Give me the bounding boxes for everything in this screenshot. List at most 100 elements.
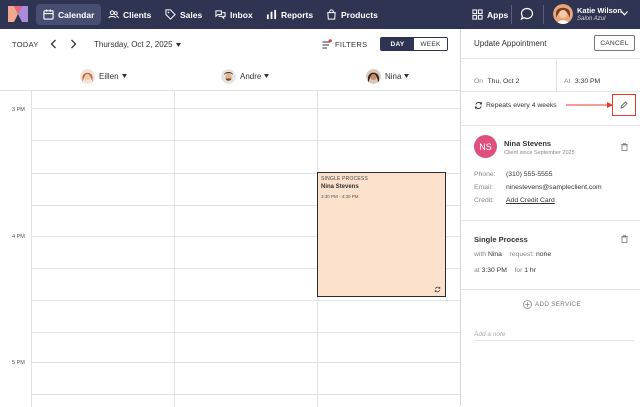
appointment-client: Nina Stevens bbox=[321, 184, 359, 190]
column-divider bbox=[174, 91, 175, 407]
avatar bbox=[80, 68, 95, 84]
m-logo-icon[interactable] bbox=[8, 6, 28, 22]
filters-button[interactable]: FILTERS bbox=[322, 38, 367, 50]
nav-divider bbox=[543, 5, 544, 24]
caret-down-icon[interactable] bbox=[176, 43, 181, 47]
cancel-button[interactable]: CANCEL bbox=[594, 35, 635, 51]
caret-down-icon bbox=[264, 74, 270, 78]
users-icon bbox=[108, 10, 119, 19]
staff-name: Eillen bbox=[99, 71, 119, 81]
avatar bbox=[221, 68, 236, 84]
filter-icon bbox=[322, 39, 332, 49]
trash-icon[interactable] bbox=[621, 235, 628, 243]
nav-label: Inbox bbox=[230, 9, 253, 20]
nav-divider bbox=[511, 5, 512, 24]
time-field[interactable]: At 3:30 PM bbox=[564, 70, 600, 88]
time-label: 3 PM bbox=[12, 107, 25, 113]
nav-label: Clients bbox=[123, 9, 152, 20]
week-view-button[interactable]: WEEK bbox=[414, 38, 447, 50]
add-credit-card-link[interactable]: Add Credit Card bbox=[506, 197, 555, 204]
nav-inbox[interactable]: Inbox bbox=[208, 4, 260, 25]
nav-label: Sales bbox=[180, 9, 203, 20]
nav-clients[interactable]: Clients bbox=[101, 4, 158, 25]
trash-icon[interactable] bbox=[621, 143, 628, 151]
request-label: request: bbox=[509, 251, 535, 258]
date-field[interactable]: On Thu, Oct 2 bbox=[474, 70, 519, 88]
staff-selector-nina[interactable]: Nina bbox=[366, 68, 410, 84]
nav-label: Calendar bbox=[58, 9, 95, 20]
today-button[interactable]: TODAY bbox=[12, 40, 39, 49]
grid-icon bbox=[472, 9, 483, 20]
hour-line bbox=[31, 362, 460, 363]
time-label: At bbox=[564, 78, 571, 85]
staff-name: Andre bbox=[240, 71, 262, 81]
nav-reports[interactable]: Reports bbox=[259, 4, 320, 25]
time-value: 3:30 PM bbox=[574, 78, 601, 85]
nav-label: Reports bbox=[281, 9, 314, 20]
nav-calendar[interactable]: Calendar bbox=[36, 4, 102, 25]
phone-value: (310) 555-5555 bbox=[506, 171, 553, 178]
divider bbox=[461, 58, 640, 59]
tag-icon bbox=[165, 9, 176, 20]
chevron-left-icon[interactable] bbox=[49, 39, 59, 49]
avatar bbox=[366, 68, 381, 84]
chat-bubble-icon[interactable] bbox=[520, 7, 534, 21]
bar-chart-icon bbox=[266, 9, 277, 20]
caret-down-icon bbox=[404, 74, 410, 78]
client-name[interactable]: Nina Stevens bbox=[504, 139, 551, 148]
note-input[interactable] bbox=[474, 329, 634, 341]
staff-name: Nina bbox=[385, 71, 402, 81]
nav-sales[interactable]: Sales bbox=[158, 4, 209, 25]
chevron-down-icon[interactable] bbox=[621, 11, 628, 16]
repeat-icon bbox=[475, 101, 482, 110]
service-staff-row[interactable]: with Nina request: none bbox=[474, 251, 551, 258]
service-title: Single Process bbox=[474, 235, 528, 244]
hour-line bbox=[31, 108, 460, 109]
email-value: ninestevens@sampleclient.com bbox=[506, 184, 602, 191]
view-toggle: DAY WEEK bbox=[380, 37, 448, 51]
day-view-button[interactable]: DAY bbox=[381, 38, 414, 50]
add-service-button[interactable]: ADD SERVICE bbox=[523, 299, 581, 309]
with-label: with bbox=[474, 251, 487, 258]
email-label: Email: bbox=[474, 184, 493, 191]
divider bbox=[556, 58, 557, 91]
phone-label: Phone: bbox=[474, 171, 496, 178]
nav-label: Apps bbox=[487, 9, 509, 20]
update-appointment-panel: Update Appointment CANCEL On Thu, Oct 2 … bbox=[460, 29, 640, 406]
repeat-icon bbox=[434, 286, 441, 293]
divider bbox=[461, 289, 640, 290]
for-value: 1 hr bbox=[524, 267, 536, 274]
add-service-label: ADD SERVICE bbox=[535, 300, 581, 308]
edit-repeat-button[interactable] bbox=[612, 94, 636, 116]
slot-line bbox=[31, 300, 460, 301]
pencil-icon bbox=[620, 101, 628, 109]
user-name[interactable]: Katie Wilson bbox=[577, 6, 622, 15]
with-value: Nina bbox=[487, 251, 502, 258]
nav-apps[interactable]: Apps bbox=[465, 4, 515, 25]
filters-label: FILTERS bbox=[335, 39, 368, 49]
chevron-right-icon[interactable] bbox=[68, 39, 78, 49]
user-avatar[interactable] bbox=[553, 4, 573, 24]
appointment-block[interactable]: SINGLE PROCESS Nina Stevens 3:30 PM - 4:… bbox=[317, 172, 446, 297]
divider bbox=[461, 220, 640, 221]
slot-line bbox=[31, 394, 460, 395]
panel-title: Update Appointment bbox=[474, 39, 547, 48]
staff-selector-andre[interactable]: Andre bbox=[221, 68, 270, 84]
calendar-icon bbox=[43, 9, 54, 20]
credit-label: Credit: bbox=[474, 197, 495, 204]
divider bbox=[461, 125, 640, 126]
for-label: for bbox=[514, 267, 523, 274]
staff-selector-eillen[interactable]: Eillen bbox=[80, 68, 127, 84]
slot-line bbox=[31, 140, 460, 141]
divider bbox=[461, 91, 640, 92]
top-nav: Calendar Clients Sales Inbox Reports Pro… bbox=[0, 0, 640, 29]
nav-products[interactable]: Products bbox=[319, 4, 385, 25]
time-label: 4 PM bbox=[12, 234, 25, 240]
client-since: Client since September 2025 bbox=[504, 150, 575, 156]
plus-circle-icon bbox=[523, 299, 532, 309]
client-avatar: NS bbox=[474, 135, 497, 158]
appointment-time: 3:30 PM - 4:30 PM bbox=[321, 194, 359, 199]
calendar-toolbar: TODAY Thursday, Oct 2, 2025 FILTERS DAY … bbox=[0, 29, 460, 62]
service-time-row[interactable]: at 3:30 PM for 1 hr bbox=[474, 267, 536, 274]
date-selector[interactable]: Thursday, Oct 2, 2025 bbox=[94, 40, 173, 49]
